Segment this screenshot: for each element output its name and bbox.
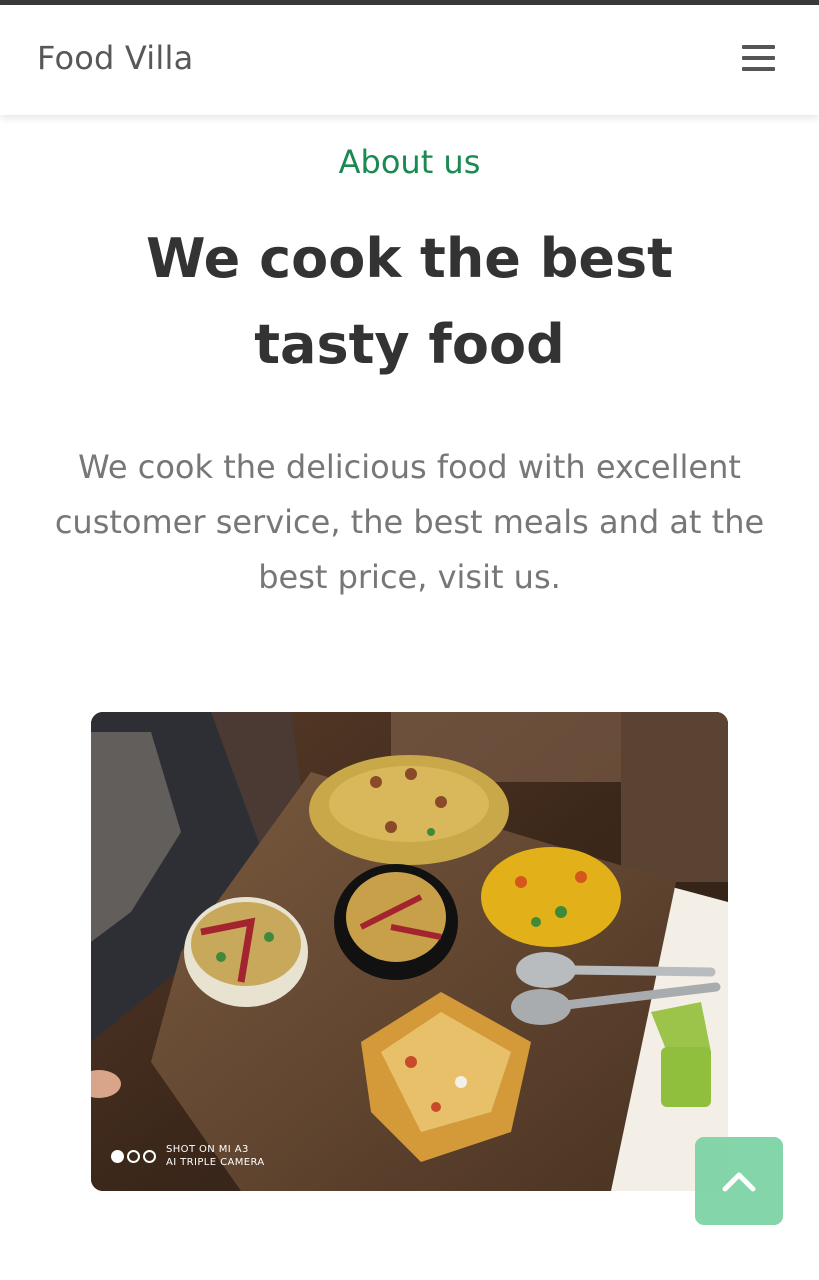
camera-watermark: SHOT ON MI A3 AI TRIPLE CAMERA bbox=[111, 1143, 265, 1169]
section-label: About us bbox=[338, 143, 481, 181]
watermark-line-1: SHOT ON MI A3 bbox=[166, 1144, 249, 1155]
menu-bar bbox=[742, 67, 775, 71]
food-photo-illustration bbox=[91, 712, 728, 1191]
camera-logo-dot bbox=[127, 1149, 140, 1163]
camera-logo-icon bbox=[111, 1149, 156, 1163]
camera-logo-dot bbox=[111, 1149, 124, 1163]
about-description: We cook the delicious food with excellen… bbox=[54, 448, 765, 596]
brand-logo-text[interactable]: Food Villa bbox=[37, 39, 193, 77]
watermark-line-2: AI TRIPLE CAMERA bbox=[166, 1157, 265, 1168]
camera-logo-dot bbox=[143, 1149, 156, 1163]
menu-bar bbox=[742, 56, 775, 60]
watermark-text: SHOT ON MI A3 AI TRIPLE CAMERA bbox=[166, 1143, 265, 1169]
headline-line-2: tasty food bbox=[254, 313, 565, 376]
headline-line-1: We cook the best bbox=[146, 227, 673, 290]
food-platter-photo: SHOT ON MI A3 AI TRIPLE CAMERA bbox=[91, 712, 728, 1191]
page-headline: We cook the best tasty food bbox=[120, 216, 699, 388]
chevron-up-icon bbox=[722, 1172, 756, 1192]
hamburger-menu-icon[interactable] bbox=[742, 43, 776, 73]
scroll-to-top-button[interactable] bbox=[695, 1137, 783, 1225]
navbar: Food Villa bbox=[0, 5, 819, 115]
menu-bar bbox=[742, 45, 775, 49]
